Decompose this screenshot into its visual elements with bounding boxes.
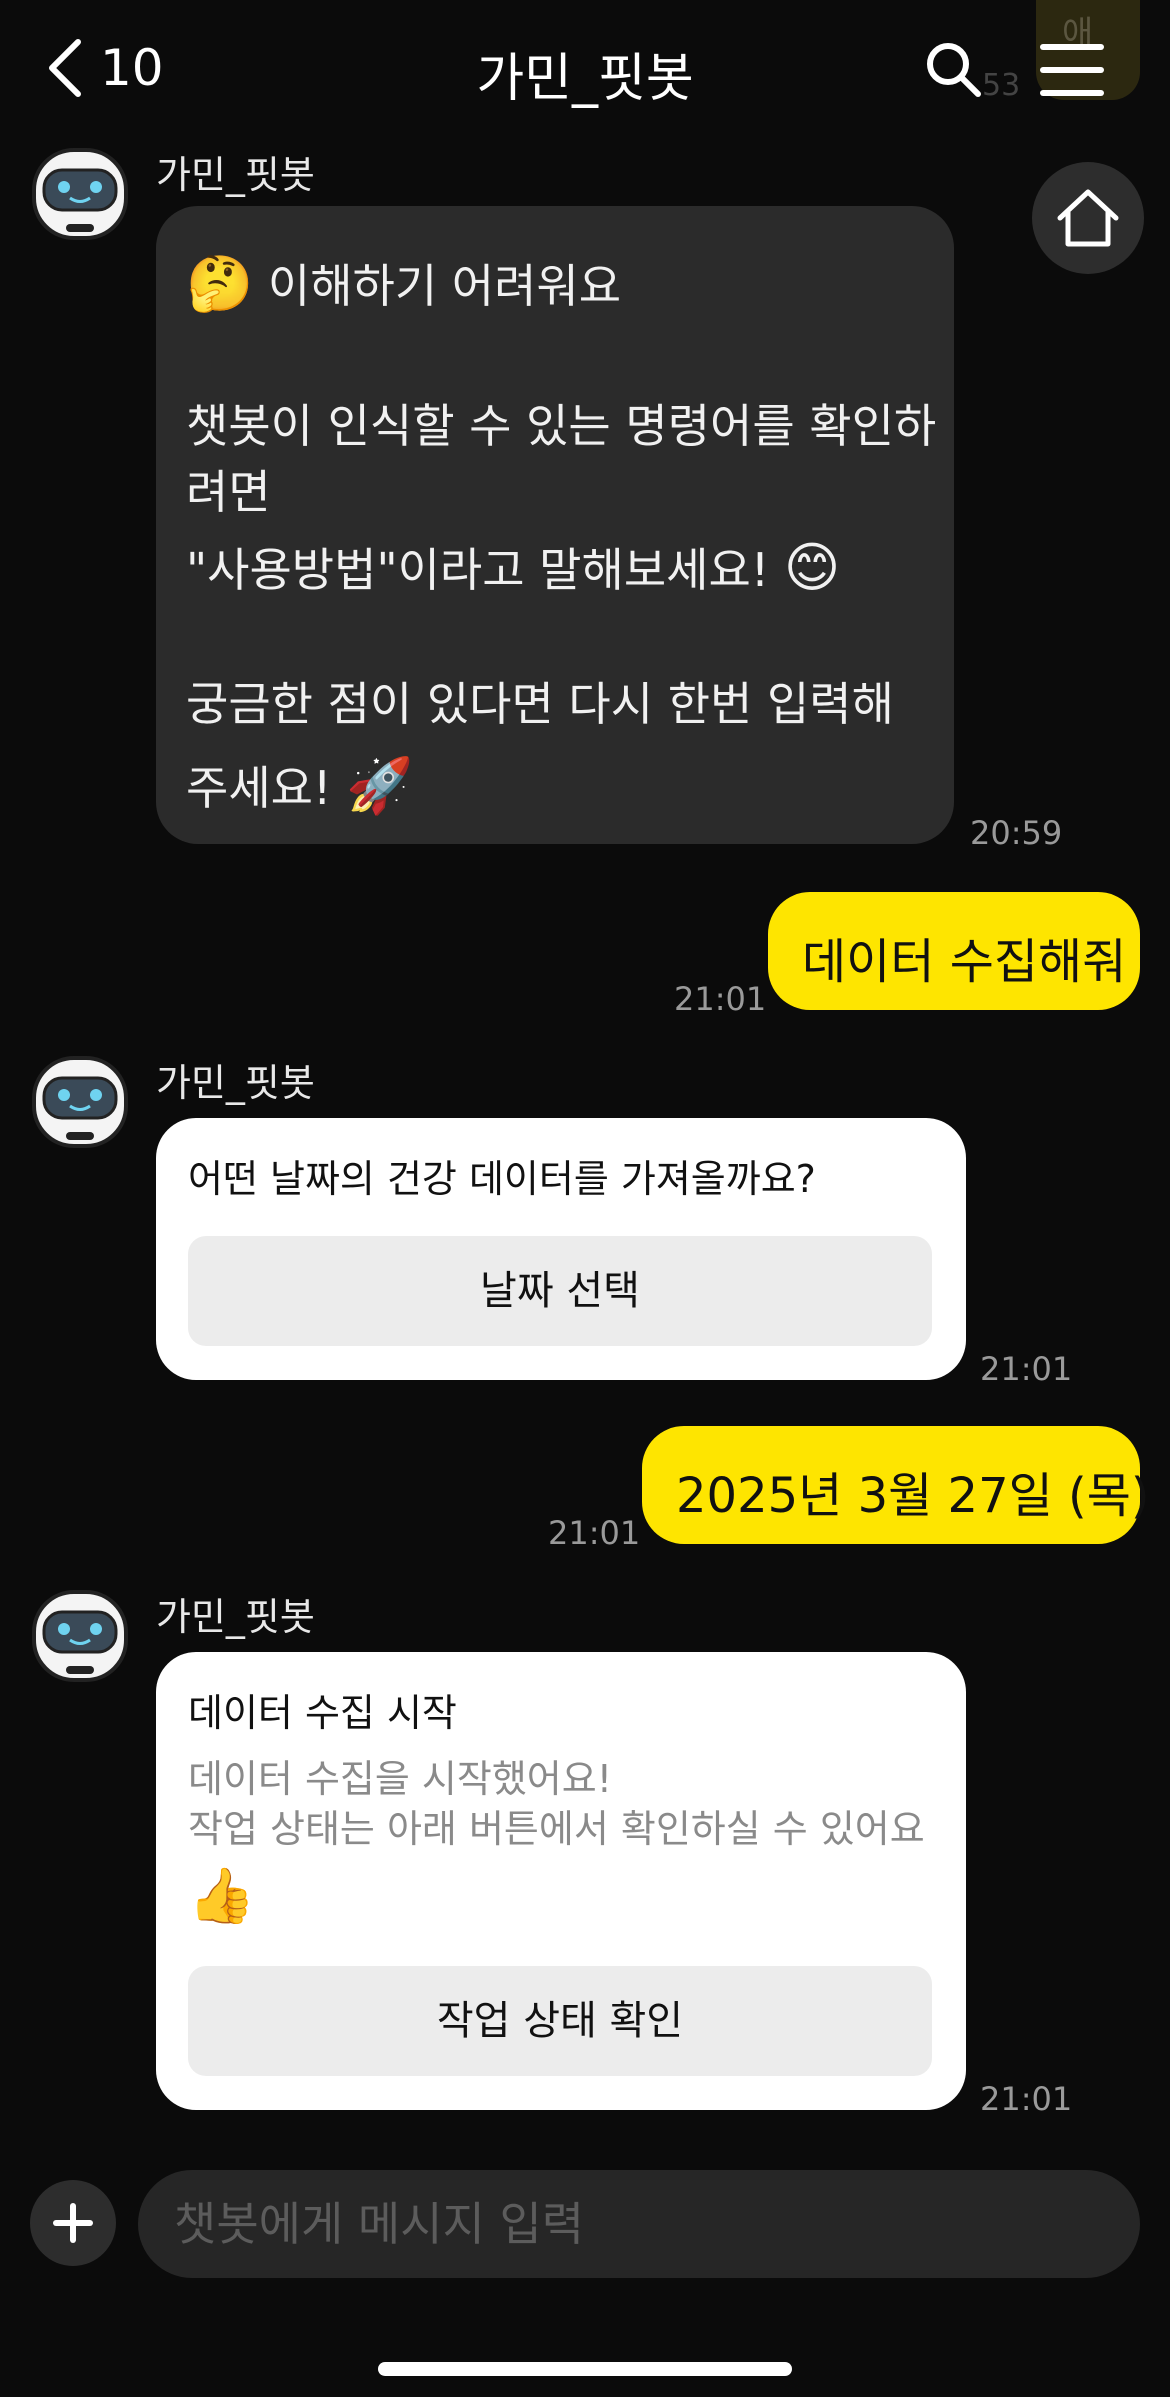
robot-avatar-icon [32,1590,128,1682]
message-line: "사용방법"이라고 말해보세요! 😊 [186,534,840,600]
bot-card: 어떤 날짜의 건강 데이터를 가져올까요? 날짜 선택 [156,1118,966,1380]
chat-header: 애 53 가민_핏봇 10 [0,0,1170,140]
search-button[interactable] [924,40,984,100]
message-input[interactable] [138,2170,1140,2278]
message-time: 21:01 [980,2080,1073,2118]
message-time: 21:01 [674,980,767,1018]
hamburger-menu-icon [1040,44,1104,50]
message-text: "사용방법"이라고 말해보세요! [186,543,770,597]
message-line: 주세요! 🚀 [186,752,413,818]
user-message-bubble: 데이터 수집해줘 [768,892,1140,1010]
message-text: 데이터 수집해줘 [802,934,1127,990]
message-time: 21:01 [980,1350,1073,1388]
bot-card: 데이터 수집 시작 데이터 수집을 시작했어요! 작업 상태는 아래 버튼에서 … [156,1652,966,2110]
message-text: 주세요! [186,761,332,815]
message-time: 20:59 [970,814,1063,852]
home-button[interactable] [1032,162,1144,274]
user-message-bubble: 2025년 3월 27일 (목) [642,1426,1150,1544]
sender-name: 가민_핏봇 [156,153,315,197]
add-attachment-button[interactable] [30,2180,116,2266]
unread-count: 10 [100,39,164,97]
card-description: 데이터 수집을 시작했어요! [188,1757,612,1801]
search-icon [927,43,981,97]
message-line: 챗봇이 인식할 수 있는 명령어를 확인하 [186,399,937,453]
chat-title: 가민_핏봇 [476,49,694,109]
menu-button[interactable] [1040,44,1104,96]
sender-name: 가민_핏봇 [156,1061,315,1105]
bot-avatar[interactable] [30,1052,130,1152]
check-status-button[interactable]: 작업 상태 확인 [188,1966,932,2076]
smiling-face-emoji: 😊 [783,536,841,599]
card-description: 작업 상태는 아래 버튼에서 확인하실 수 있어요 [188,1807,925,1851]
message-line: 🤔 이해하기 어려워요 [186,250,621,316]
robot-avatar-icon [32,1056,128,1148]
bot-avatar[interactable] [30,144,130,244]
robot-avatar-icon [32,148,128,240]
chevron-left-icon [49,39,81,97]
message-text: 이해하기 어려워요 [267,259,622,313]
message-input-container[interactable] [138,2170,1140,2278]
message-line: 궁금한 점이 있다면 다시 한번 입력해 [186,677,894,731]
rocket-emoji: 🚀 [346,754,414,817]
home-indicator[interactable] [378,2362,792,2376]
select-date-button[interactable]: 날짜 선택 [188,1236,932,1346]
bot-avatar[interactable] [30,1586,130,1686]
thinking-face-emoji: 🤔 [186,252,254,315]
sender-name: 가민_핏봇 [156,1595,315,1639]
thumbs-up-emoji: 👍 [188,1864,256,1927]
card-question: 어떤 날짜의 건강 데이터를 가져올까요? [188,1157,816,1201]
message-time: 21:01 [548,1514,641,1552]
back-button[interactable]: 10 [44,36,164,100]
message-line: 려면 [186,465,271,519]
home-icon [1057,189,1119,247]
card-title: 데이터 수집 시작 [188,1691,457,1735]
message-text: 2025년 3월 27일 (목) [676,1468,1150,1524]
